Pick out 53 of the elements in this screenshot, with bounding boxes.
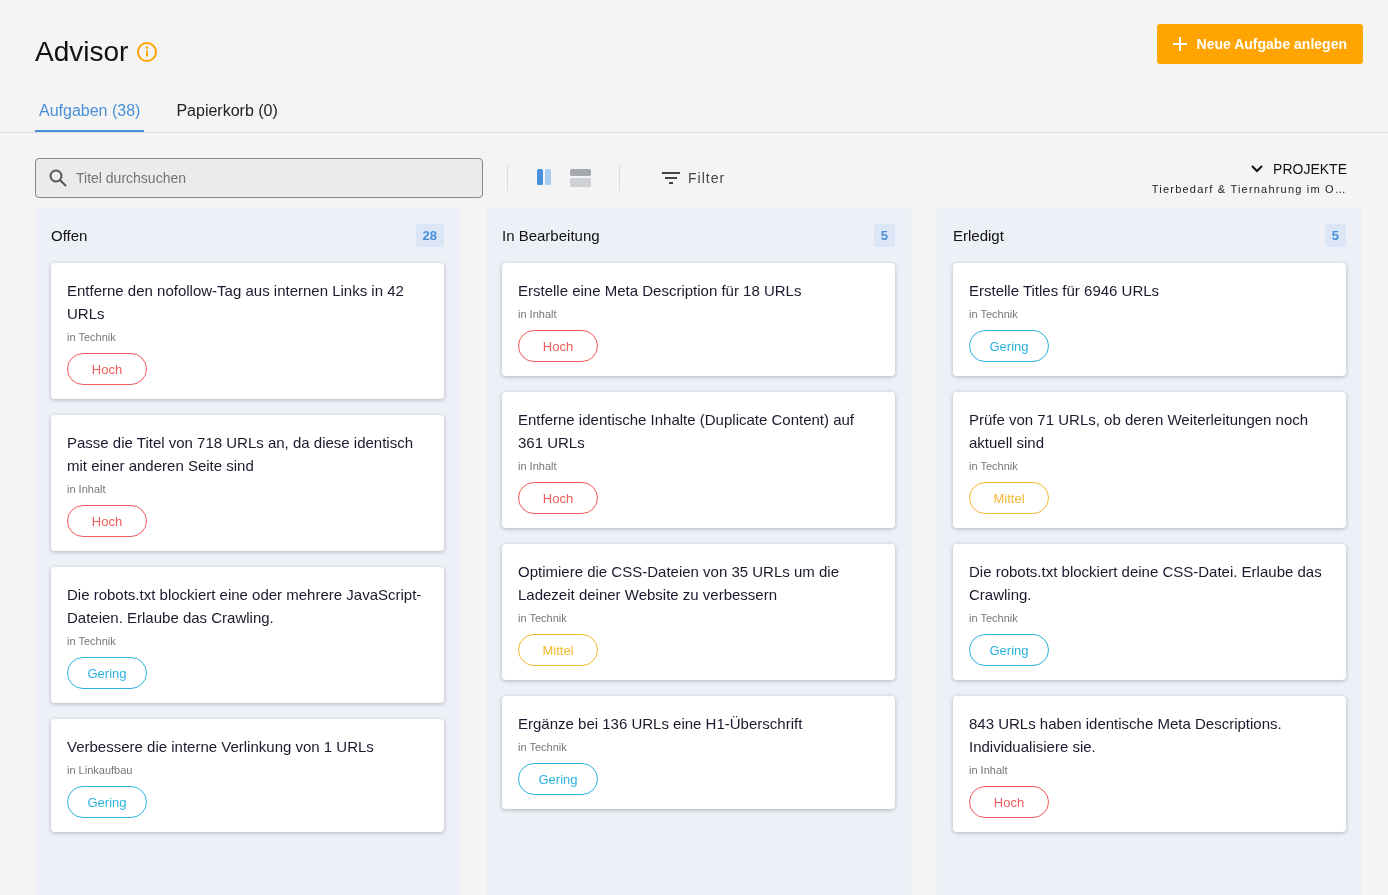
task-title: Passe die Titel von 718 URLs an, da diese identisch mit einer anderen Seite sind [67, 433, 415, 476]
task-card[interactable]: Die robots.txt blockiert eine oder mehrere JavaScript-Dateien. Erlaube das Crawling. in Technik Gering [51, 567, 444, 703]
task-title: 843 URLs haben identische Meta Descriptions. Individualisiere sie. [969, 714, 1283, 757]
task-category: in Inhalt [67, 483, 106, 495]
filter-button[interactable]: Filter [656, 169, 732, 187]
task-title: Entferne identische Inhalte (Duplicate Content) auf 361 URLs [518, 410, 856, 453]
count-badge: 5 [1324, 223, 1346, 247]
task-card[interactable]: Erstelle eine Meta Description für 18 URLs in Inhalt Hoch [502, 263, 895, 376]
task-card[interactable]: Ergänze bei 136 URLs eine H1-Überschrift in Technik Gering [502, 696, 895, 809]
task-title: Erstelle eine Meta Description für 18 URLs [518, 281, 802, 301]
projects-dropdown[interactable]: PROJEKTE [1251, 161, 1347, 177]
task-title: Optimiere die CSS-Dateien von 35 URLs um die Ladezeit deiner Website zu verbessern [518, 562, 840, 605]
task-title: Erstelle Titles für 6946 URLs [969, 281, 1160, 301]
task-category: in Technik [67, 635, 116, 647]
column-title: Offen [51, 226, 88, 244]
chevron-down-icon [1251, 165, 1264, 173]
task-category: in Technik [67, 331, 116, 343]
task-title: Prüfe von 71 URLs, ob deren Weiterleitungen noch aktuell sind [969, 410, 1310, 453]
task-card[interactable]: Die robots.txt blockiert deine CSS-Datei. Erlaube das Crawling. in Technik Gering [953, 544, 1346, 680]
task-card[interactable]: Entferne den nofollow-Tag aus internen Links in 42 URLs in Technik Hoch [51, 263, 444, 399]
task-card[interactable]: Passe die Titel von 718 URLs an, da diese identisch mit einer anderen Seite sind in Inhalt Hoch [51, 415, 444, 551]
task-category: in Inhalt [518, 460, 557, 472]
column-title: Erledigt [953, 226, 1004, 244]
task-title: Entferne den nofollow-Tag aus internen Links in 42 URLs [67, 281, 405, 324]
task-category: in Technik [518, 612, 567, 624]
project-name: Tierbedarf & Tiernahrung im O… [1151, 183, 1347, 195]
column-title: In Bearbeitung [502, 226, 600, 244]
task-card[interactable]: Optimiere die CSS-Dateien von 35 URLs um die Ladezeit deiner Website zu verbessern in Technik Mittel [502, 544, 895, 680]
search-field[interactable]: Titel durchsuchen [35, 158, 483, 198]
search-icon [49, 169, 67, 187]
task-category: in Linkaufbau [67, 764, 133, 776]
count-badge: 5 [873, 223, 895, 247]
task-category: in Inhalt [518, 308, 557, 320]
task-card[interactable]: Verbessere die interne Verlinkung von 1 URLs in Linkaufbau Gering [51, 719, 444, 832]
task-card[interactable]: Prüfe von 71 URLs, ob deren Weiterleitungen noch aktuell sind in Technik Mittel [953, 392, 1346, 528]
task-category: in Inhalt [969, 764, 1008, 776]
plus-icon [1172, 37, 1187, 51]
task-title: Die robots.txt blockiert deine CSS-Datei. Erlaube das Crawling. [969, 562, 1323, 605]
task-category: in Technik [969, 612, 1018, 624]
task-category: in Technik [969, 460, 1018, 472]
task-card[interactable]: Entferne identische Inhalte (Duplicate Content) auf 361 URLs in Inhalt Hoch [502, 392, 895, 528]
filter-icon [662, 172, 680, 184]
task-card[interactable]: Erstelle Titles für 6946 URLs in Technik Gering [953, 263, 1346, 376]
task-title: Die robots.txt blockiert eine oder mehrere JavaScript-Dateien. Erlaube das Crawling. [67, 585, 423, 628]
count-badge: 28 [415, 223, 444, 247]
page-title: Advisor [35, 36, 129, 68]
task-category: in Technik [969, 308, 1018, 320]
tab[interactable]: Papierkorb (0) [172, 92, 282, 132]
info-icon [136, 41, 159, 63]
task-card[interactable]: 843 URLs haben identische Meta Descriptions. Individualisiere sie. in Inhalt Hoch [953, 696, 1346, 832]
task-category: in Technik [518, 741, 567, 753]
task-title: Ergänze bei 136 URLs eine H1-Überschrift [518, 714, 803, 734]
task-title: Verbessere die interne Verlinkung von 1 URLs [67, 737, 374, 757]
